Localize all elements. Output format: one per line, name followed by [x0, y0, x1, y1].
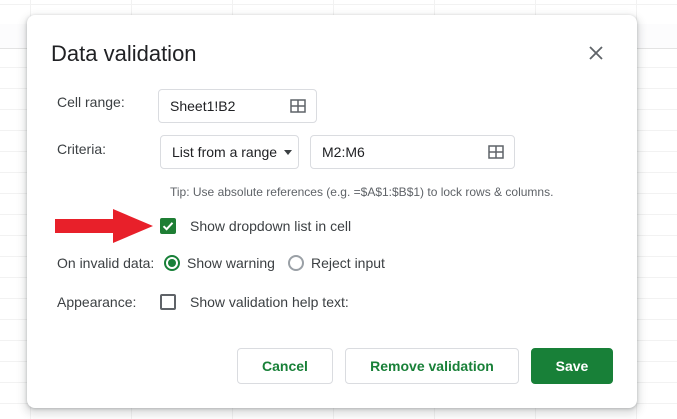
close-button[interactable]	[584, 41, 608, 65]
invalid-data-label: On invalid data:	[57, 255, 155, 271]
criteria-range-value: M2:M6	[322, 144, 365, 160]
show-help-text-label: Show validation help text:	[190, 294, 349, 310]
chevron-down-icon	[284, 149, 293, 155]
show-dropdown-label: Show dropdown list in cell	[190, 218, 352, 234]
show-dropdown-checkbox[interactable]	[160, 218, 176, 234]
dialog-title: Data validation	[51, 41, 197, 66]
cell-range-value: Sheet1!B2	[170, 98, 236, 114]
cancel-button[interactable]: Cancel	[237, 348, 333, 384]
criteria-label: Criteria:	[57, 141, 107, 157]
save-button[interactable]: Save	[531, 348, 613, 384]
criteria-range-input[interactable]: M2:M6	[310, 135, 515, 169]
cell-range-input[interactable]: Sheet1!B2	[158, 89, 317, 123]
absolute-reference-tip: Tip: Use absolute references (e.g. =$A$1…	[170, 185, 554, 199]
checkmark-icon	[162, 222, 174, 231]
criteria-type-select[interactable]: List from a range	[160, 135, 299, 169]
appearance-label: Appearance:	[57, 294, 137, 310]
grid-select-icon[interactable]	[488, 145, 504, 159]
reject-input-label: Reject input	[311, 255, 385, 271]
grid-select-icon[interactable]	[290, 99, 306, 113]
cell-range-label: Cell range:	[57, 94, 125, 110]
show-warning-radio[interactable]	[164, 255, 180, 271]
show-warning-label: Show warning	[187, 255, 275, 271]
remove-validation-button[interactable]: Remove validation	[345, 348, 519, 384]
reject-input-radio[interactable]	[288, 255, 304, 271]
criteria-type-value: List from a range	[172, 144, 278, 160]
close-icon	[589, 46, 603, 60]
annotation-arrow-icon	[55, 209, 153, 243]
show-help-text-checkbox[interactable]	[160, 294, 176, 310]
